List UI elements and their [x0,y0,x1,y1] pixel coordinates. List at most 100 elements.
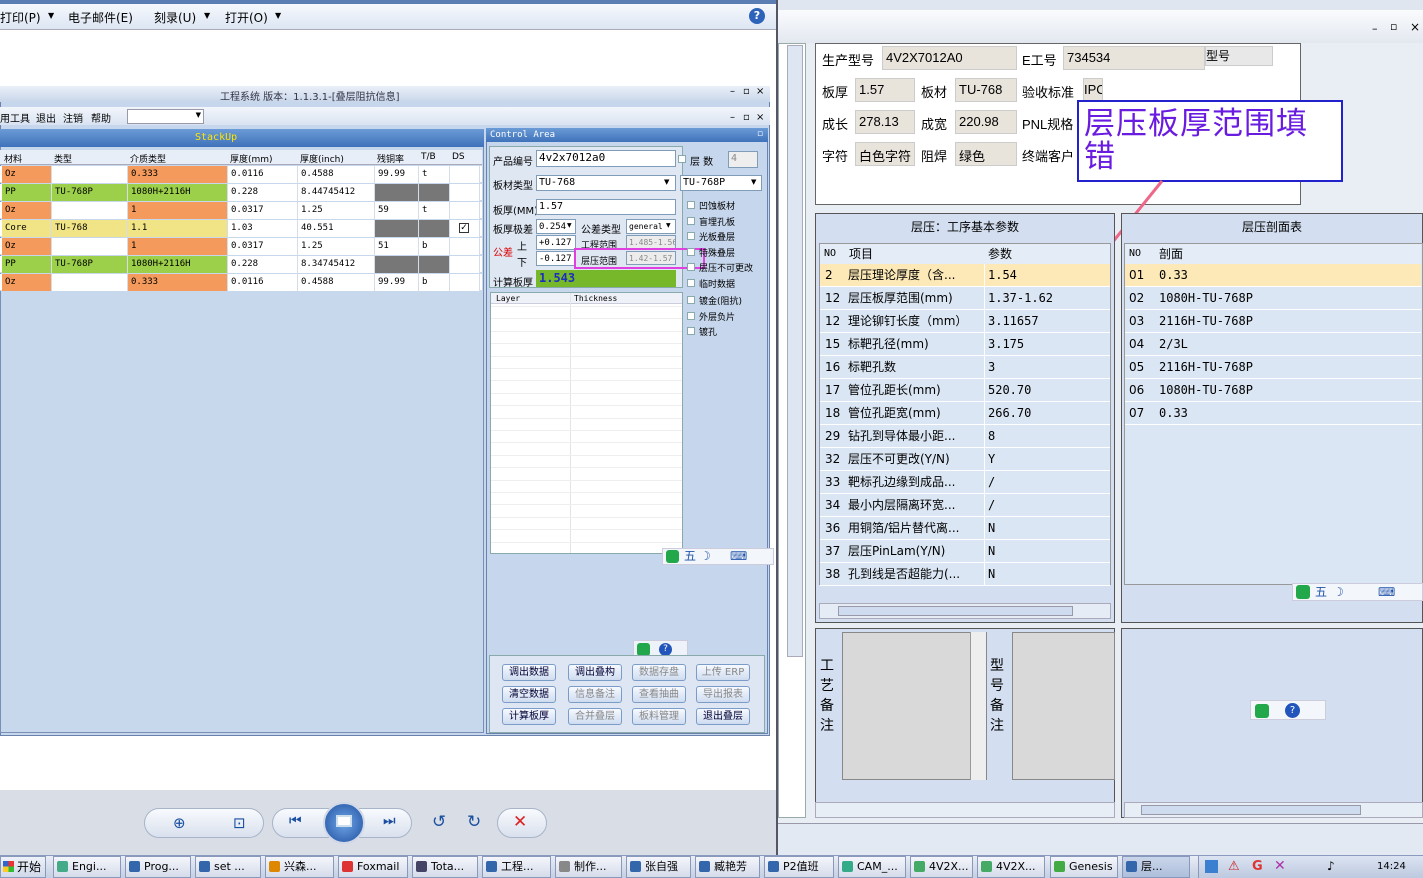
eng-sub-close-icon[interactable]: × [756,112,764,123]
model-note-box[interactable] [1012,632,1115,780]
stackup-cell[interactable]: 0.0116 [228,274,298,291]
section-hscroll[interactable] [1124,802,1423,818]
control-button[interactable]: 板料管理 [632,708,686,725]
toolbar-right-ime[interactable]: ? [1250,700,1326,720]
eng-sub-restore-icon[interactable]: ▫ [743,112,750,123]
stackup-cell[interactable]: 0.0317 [228,202,298,219]
taskbar-item[interactable]: Tota... [412,856,478,878]
params-row[interactable]: 18 管位孔距宽(mm) 266.70 [820,402,1110,425]
stackup-cell[interactable] [375,220,419,237]
stackup-cell[interactable]: 1 [128,202,228,219]
slideshow-button[interactable] [323,802,365,844]
control-button[interactable]: 导出报表 [696,686,750,703]
params-row[interactable]: 36 用铜箔/铝片替代离... N [820,517,1110,540]
restore-icon[interactable]: ▫ [1390,20,1397,33]
option-checkbox[interactable] [687,216,695,225]
stackup-cell[interactable]: Oz [2,166,52,183]
next-icon[interactable]: ⏭ [383,813,396,829]
eng-menu-help[interactable]: 帮助 [91,110,111,125]
tray-icon-3[interactable]: G [1252,859,1263,874]
stackup-cell[interactable]: 1080H+2116H [128,184,228,201]
product-input[interactable]: 4v2x7012a0 [536,150,676,167]
control-button[interactable]: 调出数据 [502,664,556,681]
stackup-cell[interactable]: 0.333 [128,274,228,291]
section-row[interactable]: 06 1080H-TU-768P [1125,379,1421,402]
process-note-box[interactable] [842,632,987,780]
stackup-cell[interactable]: TU-768P [52,256,128,273]
zoom-button[interactable]: ⊕ ⊡ [144,808,264,838]
stackup-cell[interactable]: 8.34745412 [298,256,375,273]
section-row[interactable]: 04 2/3L [1125,333,1421,356]
ime-bar[interactable]: 五 ☽ ⌨ [662,548,774,565]
stackup-cell[interactable] [52,238,128,255]
taskbar-item[interactable]: 4V2X... [977,856,1045,878]
stackup-cell[interactable] [375,184,419,201]
stackup-cell[interactable]: 1 [128,238,228,255]
stackup-cell[interactable]: TU-768P [52,184,128,201]
tray-icon-1[interactable] [1205,860,1218,873]
stackup-cell[interactable]: 1.25 [298,238,375,255]
control-button[interactable]: 查看抽曲 [632,686,686,703]
params-row[interactable]: 12 层压板厚范围(mm) 1.37-1.62 [820,287,1110,310]
thickness-input[interactable]: 1.57 [536,199,676,215]
params-row[interactable]: 16 标靶孔数 3 [820,356,1110,379]
eng-restore-icon[interactable]: ▫ [743,86,750,97]
start-button[interactable]: 开始 [0,856,46,878]
params-row[interactable]: 37 层压PinLam(Y/N) N [820,540,1110,563]
section-row[interactable]: 05 2116H-TU-768P [1125,356,1421,379]
taskbar-item[interactable]: 兴森... [265,856,334,878]
stackup-cell[interactable]: 1080H+2116H [128,256,228,273]
eng-min-icon[interactable]: – [730,86,735,97]
material2-select[interactable]: TU-768P [680,175,762,191]
process-note-scroll[interactable] [970,632,986,780]
params-row[interactable]: 38 孔到线是否超能力(... N [820,563,1110,586]
option-checkbox[interactable] [687,279,695,287]
stackup-cell[interactable] [52,166,128,183]
taskbar-item[interactable]: 制作... [555,856,622,878]
taskbar-item[interactable]: set ... [195,856,261,878]
stackup-cell[interactable]: 0.333 [128,166,228,183]
option-checkbox[interactable] [687,311,695,320]
menu-open[interactable]: 打开(O) [225,9,268,26]
eng-menu-exit[interactable]: 退出 [36,110,56,125]
notes-hscroll[interactable] [815,802,1115,818]
taskbar-item[interactable]: Genesis [1050,856,1118,878]
stackup-cell[interactable]: 1.1 [128,220,228,237]
stackup-cell[interactable]: 0.4588 [298,166,375,183]
section-row[interactable]: 07 0.33 [1125,402,1421,425]
params-row[interactable]: 34 最小内层隔离环宽... / [820,494,1110,517]
volume-icon[interactable]: ♪ [1327,859,1335,873]
tray-icon-2[interactable]: ⚠ [1228,859,1240,874]
previous-icon[interactable]: ⏮ [289,813,302,829]
stackup-cell[interactable]: Oz [2,238,52,255]
taskbar-item[interactable]: Engi... [53,856,121,878]
menu-print[interactable]: 打印(P) [0,9,41,26]
stackup-cell[interactable]: PP [2,184,52,201]
down-input[interactable]: -0.127 [536,251,576,266]
material-select[interactable]: TU-768 [536,175,676,191]
option-checkbox[interactable] [687,263,695,272]
taskbar-item[interactable]: CAM_... [838,856,906,878]
params-row[interactable]: 32 层压不可更改(Y/N) Y [820,448,1110,471]
menu-burn[interactable]: 刻录(U) [154,9,196,26]
stackup-cell[interactable]: 0.0116 [228,166,298,183]
stackup-cell[interactable]: 40.551 [298,220,375,237]
option-checkbox[interactable] [687,296,695,304]
params-row[interactable]: 2 层压理论厚度（含... 1.54 [820,264,1110,287]
stackup-cell[interactable] [375,256,419,273]
eng-close-icon[interactable]: × [756,86,764,97]
rotate-right-icon[interactable]: ↻ [467,812,481,832]
section-row[interactable]: 01 0.33 [1125,264,1421,287]
tray-icon-4[interactable]: ✕ [1274,858,1286,874]
stackup-cell[interactable]: 59 [375,202,419,219]
stackup-cell[interactable]: PP [2,256,52,273]
stackup-cell[interactable]: 51 [375,238,419,255]
stackup-cell[interactable]: 0.228 [228,184,298,201]
stackup-cell[interactable]: Oz [2,274,52,291]
control-button[interactable]: 调出叠构 [568,664,622,681]
stackup-cell[interactable]: 0.228 [228,256,298,273]
layers-input[interactable]: 4 [728,151,758,168]
stackup-cell[interactable]: 1.03 [228,220,298,237]
rotate-left-icon[interactable]: ↺ [432,812,446,832]
control-pin-icon[interactable]: ▫ [757,129,763,139]
